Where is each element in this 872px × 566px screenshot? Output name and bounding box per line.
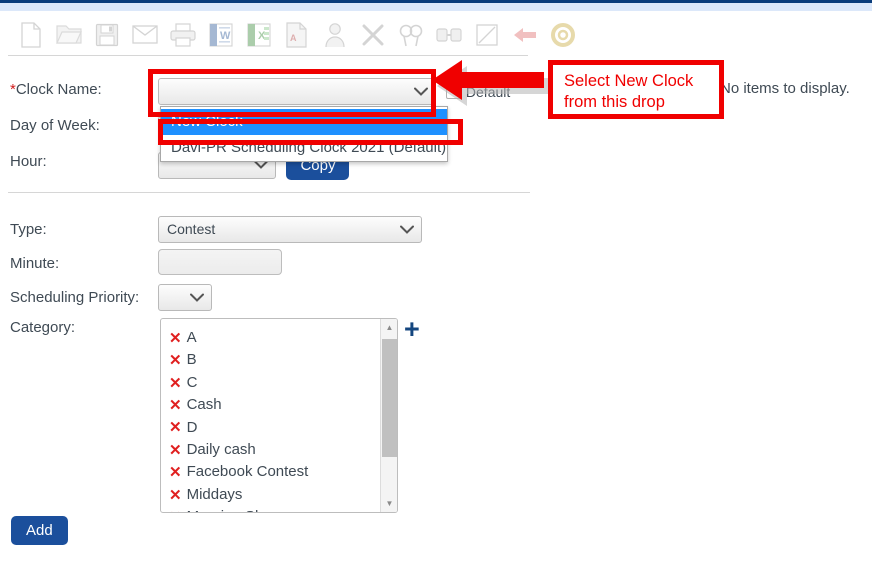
row-clock-name: *Clock Name:	[10, 81, 102, 98]
new-document-icon[interactable]	[16, 20, 46, 50]
type-select[interactable]: Contest	[158, 216, 422, 243]
delete-icon[interactable]	[358, 20, 388, 50]
category-item-label: B	[186, 351, 197, 369]
open-folder-icon[interactable]	[54, 20, 84, 50]
remove-icon[interactable]: ✕	[169, 465, 182, 480]
category-item-label: C	[186, 373, 198, 391]
row-hour: Hour:	[10, 153, 47, 170]
annotation-highlight-new-clock-option	[158, 119, 463, 145]
remove-icon[interactable]: ✕	[169, 331, 182, 346]
category-item-label: D	[186, 418, 198, 436]
annotation-highlight-clock-name	[148, 69, 436, 117]
section-divider	[8, 192, 530, 193]
list-item[interactable]: ✕ Cash	[169, 394, 382, 416]
remove-icon[interactable]: ✕	[169, 510, 182, 512]
scheduling-priority-select-wrap[interactable]	[158, 284, 212, 311]
email-icon[interactable]	[130, 20, 160, 50]
toolbar-divider	[8, 55, 528, 56]
row-day-of-week: Day of Week:	[10, 117, 100, 134]
page-left-gutter	[0, 12, 8, 566]
category-item-label: A	[186, 329, 197, 346]
minute-label: Minute:	[10, 255, 60, 272]
list-item[interactable]: ✕ A	[169, 327, 382, 349]
remove-icon[interactable]: ✕	[169, 353, 182, 368]
grid-empty-message: No items to display.	[720, 80, 850, 97]
list-item[interactable]: ✕ D	[169, 417, 382, 439]
toolbar: W X A	[8, 14, 864, 55]
save-icon[interactable]	[92, 20, 122, 50]
scheduling-priority-select[interactable]	[158, 284, 212, 311]
row-minute: Minute:	[10, 255, 59, 272]
category-scrollbar[interactable]: ▲ ▼	[380, 319, 397, 512]
add-category-plus-icon[interactable]: +	[404, 316, 420, 343]
remove-icon[interactable]: ✕	[169, 443, 182, 458]
window-top-bar	[0, 3, 872, 12]
clock-name-label: *Clock Name:	[10, 81, 102, 98]
list-item[interactable]: ✕ C	[169, 372, 382, 394]
annotation-callout-box: Select New Clock from this drop	[548, 60, 724, 119]
export-pdf-icon[interactable]: A	[282, 20, 312, 50]
day-of-week-label: Day of Week:	[10, 117, 100, 134]
annotation-arrow-icon	[432, 58, 554, 120]
category-list: ✕ A ✕ B ✕ C ✕ Cash ✕ D ✕ Daily cash ✕ Facebook …	[161, 319, 382, 512]
scheduling-priority-field-group	[158, 284, 212, 311]
svg-text:X: X	[258, 30, 266, 42]
remove-icon[interactable]: ✕	[169, 376, 182, 391]
minute-field-group	[158, 249, 282, 275]
list-item[interactable]: ✕ Morning Show	[169, 506, 382, 512]
category-item-label: Facebook Contest	[186, 463, 309, 481]
scroll-up-icon[interactable]: ▲	[381, 319, 397, 336]
list-item[interactable]: ✕ Middays	[169, 484, 382, 506]
connect-icon[interactable]	[434, 20, 464, 50]
type-field-group: Contest	[158, 216, 422, 243]
undo-icon[interactable]	[510, 20, 540, 50]
settings-gear-icon[interactable]	[548, 20, 578, 50]
scheduling-priority-label: Scheduling Priority:	[10, 289, 140, 306]
row-scheduling-priority: Scheduling Priority:	[10, 289, 139, 306]
remove-icon[interactable]: ✕	[169, 398, 182, 413]
category-item-label: Cash	[186, 396, 222, 414]
category-listbox[interactable]: ✕ A ✕ B ✕ C ✕ Cash ✕ D ✕ Daily cash ✕ Facebook …	[160, 318, 398, 513]
link-icon[interactable]	[396, 20, 426, 50]
scroll-down-icon[interactable]: ▼	[381, 495, 397, 512]
category-item-label: Daily cash	[186, 441, 256, 459]
app-page: W X A *Clock Name: Day of Week: Hour: Co…	[0, 0, 872, 566]
row-category: Category:	[10, 319, 75, 336]
scrollbar-thumb[interactable]	[382, 339, 397, 457]
type-select-wrap[interactable]: Contest	[158, 216, 422, 243]
type-label: Type:	[10, 221, 47, 238]
category-item-label: Morning Show	[187, 506, 283, 512]
svg-text:W: W	[220, 30, 231, 42]
svg-text:A: A	[290, 33, 297, 43]
edit-note-icon[interactable]	[472, 20, 502, 50]
category-label: Category:	[10, 319, 76, 336]
list-item[interactable]: ✕ B	[169, 349, 382, 371]
add-button[interactable]: Add	[11, 516, 68, 545]
hour-label: Hour:	[10, 153, 47, 170]
remove-icon[interactable]: ✕	[169, 420, 182, 435]
export-excel-icon[interactable]: X	[244, 20, 274, 50]
list-item[interactable]: ✕ Daily cash	[169, 439, 382, 461]
minute-input[interactable]	[158, 249, 282, 275]
list-item[interactable]: ✕ Facebook Contest	[169, 461, 382, 483]
annotation-callout-text: Select New Clock from this drop	[564, 72, 694, 111]
remove-icon[interactable]: ✕	[169, 488, 182, 503]
export-word-icon[interactable]: W	[206, 20, 236, 50]
user-icon[interactable]	[320, 20, 350, 50]
category-item-label: Middays	[186, 485, 243, 503]
print-icon[interactable]	[168, 20, 198, 50]
row-type: Type:	[10, 221, 47, 238]
